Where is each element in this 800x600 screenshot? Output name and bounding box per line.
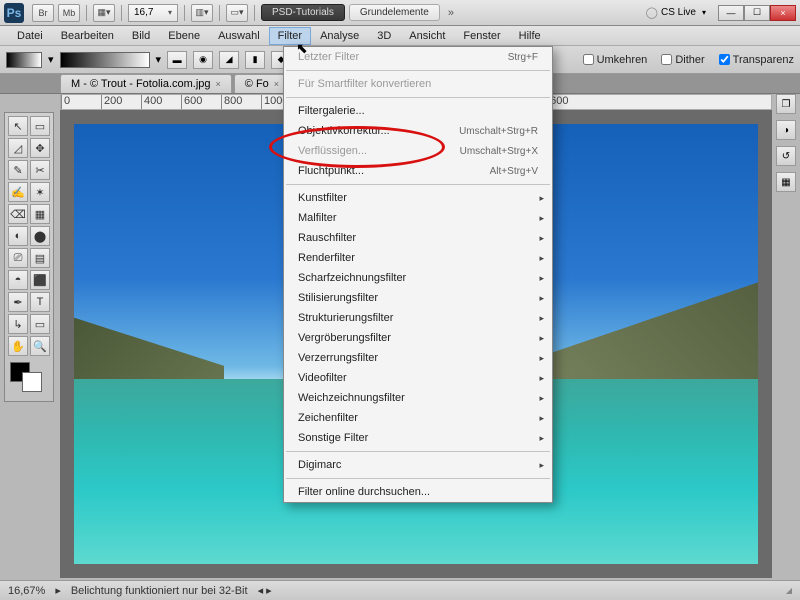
menu-bar: DateiBearbeitenBildEbeneAuswahlFilterAna… [0, 26, 800, 46]
menu-item[interactable]: Digimarc [284, 455, 552, 475]
tool-1[interactable]: ▭ [30, 116, 50, 136]
zoom-dropdown[interactable]: 16,7 [128, 4, 178, 22]
gradient-radial-icon[interactable]: ◉ [193, 51, 213, 69]
arrange-button[interactable]: ▥▾ [191, 4, 213, 22]
tool-6[interactable]: ✍ [8, 182, 28, 202]
swatches-icon[interactable]: ▦ [776, 172, 796, 192]
menu-bearbeiten[interactable]: Bearbeiten [52, 27, 123, 45]
status-bar: 16,67% ▸ Belichtung funktioniert nur bei… [0, 580, 800, 600]
tool-16[interactable]: ✒ [8, 292, 28, 312]
close-icon[interactable]: × [216, 79, 221, 89]
chevrons-icon: » [448, 7, 454, 19]
maximize-button[interactable]: ☐ [744, 5, 770, 21]
menu-item[interactable]: Scharfzeichnungsfilter [284, 268, 552, 288]
status-message: Belichtung funktioniert nur bei 32-Bit [71, 585, 248, 597]
menu-item[interactable]: Stilisierungsfilter [284, 288, 552, 308]
tool-12[interactable]: ⎚ [8, 248, 28, 268]
tool-0[interactable]: ↖ [8, 116, 28, 136]
tool-4[interactable]: ✎ [8, 160, 28, 180]
document-tab[interactable]: © Fo× [234, 74, 290, 93]
title-bar: Ps Br Mb ▦▾ 16,7 ▥▾ ▭▾ PSD-Tutorials Gru… [0, 0, 800, 26]
menu-ebene[interactable]: Ebene [159, 27, 209, 45]
app-logo: Ps [4, 3, 24, 23]
dropdown-arrow-icon: ▾ [48, 53, 54, 66]
menu-3d[interactable]: 3D [368, 27, 400, 45]
tool-8[interactable]: ⌫ [8, 204, 28, 224]
brand-chip-light[interactable]: Grundelemente [349, 4, 440, 21]
transparenz-checkbox[interactable]: Transparenz [719, 54, 794, 66]
background-color[interactable] [22, 372, 42, 392]
tool-15[interactable]: ⬛ [30, 270, 50, 290]
menu-item[interactable]: Objektivkorrektur...Umschalt+Strg+R [284, 121, 552, 141]
tool-18[interactable]: ↳ [8, 314, 28, 334]
status-zoom[interactable]: 16,67% [8, 585, 45, 597]
menu-item[interactable]: Renderfilter [284, 248, 552, 268]
minimize-button[interactable]: — [718, 5, 744, 21]
minibridge-button[interactable]: Mb [58, 4, 80, 22]
tool-7[interactable]: ✶ [30, 182, 50, 202]
tool-10[interactable]: ◐ [8, 226, 28, 246]
menu-item[interactable]: Fluchtpunkt...Alt+Strg+V [284, 161, 552, 181]
color-swatches[interactable] [8, 362, 50, 398]
menu-item[interactable]: Malfilter [284, 208, 552, 228]
gradient-swatch[interactable] [6, 52, 42, 68]
adjustments-icon[interactable]: ◑ [776, 120, 796, 140]
menu-item[interactable]: Zeichenfilter [284, 408, 552, 428]
view-layout-button[interactable]: ▦▾ [93, 4, 115, 22]
menu-datei[interactable]: Datei [8, 27, 52, 45]
menu-item: Letzter FilterStrg+F [284, 47, 552, 67]
dropdown-arrow-icon: ▾ [156, 53, 162, 66]
tool-21[interactable]: 🔍 [30, 336, 50, 356]
tool-5[interactable]: ✂ [30, 160, 50, 180]
brand-chip-dark[interactable]: PSD-Tutorials [261, 4, 345, 21]
tool-9[interactable]: ▦ [30, 204, 50, 224]
tool-20[interactable]: ✋ [8, 336, 28, 356]
menu-bild[interactable]: Bild [123, 27, 159, 45]
tool-palette: ↖▭◿✥✎✂✍✶⌫▦◐⬤⎚▤◓⬛✒T↳▭✋🔍 [4, 112, 54, 402]
umkehren-checkbox[interactable]: Umkehren [583, 54, 648, 66]
layers-icon[interactable]: ❐ [776, 94, 796, 114]
bridge-button[interactable]: Br [32, 4, 54, 22]
cslive-arrow-icon: ▾ [702, 8, 706, 17]
gradient-linear-icon[interactable]: ▬ [167, 51, 187, 69]
tool-14[interactable]: ◓ [8, 270, 28, 290]
tool-19[interactable]: ▭ [30, 314, 50, 334]
menu-item: Verflüssigen...Umschalt+Strg+X [284, 141, 552, 161]
tool-11[interactable]: ⬤ [30, 226, 50, 246]
menu-item[interactable]: Kunstfilter [284, 188, 552, 208]
close-icon[interactable]: × [274, 79, 279, 89]
menu-item[interactable]: Filtergalerie... [284, 101, 552, 121]
menu-fenster[interactable]: Fenster [454, 27, 509, 45]
screenmode-button[interactable]: ▭▾ [226, 4, 248, 22]
filter-menu: Letzter FilterStrg+F Für Smartfilter konv… [283, 46, 553, 503]
tool-13[interactable]: ▤ [30, 248, 50, 268]
menu-auswahl[interactable]: Auswahl [209, 27, 269, 45]
menu-ansicht[interactable]: Ansicht [400, 27, 454, 45]
menu-item[interactable]: Filter online durchsuchen... [284, 482, 552, 502]
tool-3[interactable]: ✥ [30, 138, 50, 158]
cslive-label[interactable]: CS Live [661, 7, 696, 18]
menu-item[interactable]: Videofilter [284, 368, 552, 388]
menu-hilfe[interactable]: Hilfe [510, 27, 550, 45]
menu-item[interactable]: Sonstige Filter [284, 428, 552, 448]
history-icon[interactable]: ↺ [776, 146, 796, 166]
tool-17[interactable]: T [30, 292, 50, 312]
tool-2[interactable]: ◿ [8, 138, 28, 158]
menu-analyse[interactable]: Analyse [311, 27, 368, 45]
gradient-reflect-icon[interactable]: ▮ [245, 51, 265, 69]
menu-item[interactable]: Rauschfilter [284, 228, 552, 248]
cslive-icon: ◯ [646, 6, 658, 19]
panel-strip: ❐ ◑ ↺ ▦ [776, 94, 798, 192]
gradient-preset[interactable] [60, 52, 150, 68]
document-tab[interactable]: M - © Trout - Fotolia.com.jpg× [60, 74, 232, 93]
menu-filter[interactable]: Filter [269, 27, 311, 45]
menu-item[interactable]: Verzerrungsfilter [284, 348, 552, 368]
menu-item[interactable]: Weichzeichnungsfilter [284, 388, 552, 408]
menu-item[interactable]: Strukturierungsfilter [284, 308, 552, 328]
close-button[interactable]: × [770, 5, 796, 21]
gradient-angle-icon[interactable]: ◢ [219, 51, 239, 69]
menu-item: Für Smartfilter konvertieren [284, 74, 552, 94]
dither-checkbox[interactable]: Dither [661, 54, 704, 66]
menu-item[interactable]: Vergröberungsfilter [284, 328, 552, 348]
